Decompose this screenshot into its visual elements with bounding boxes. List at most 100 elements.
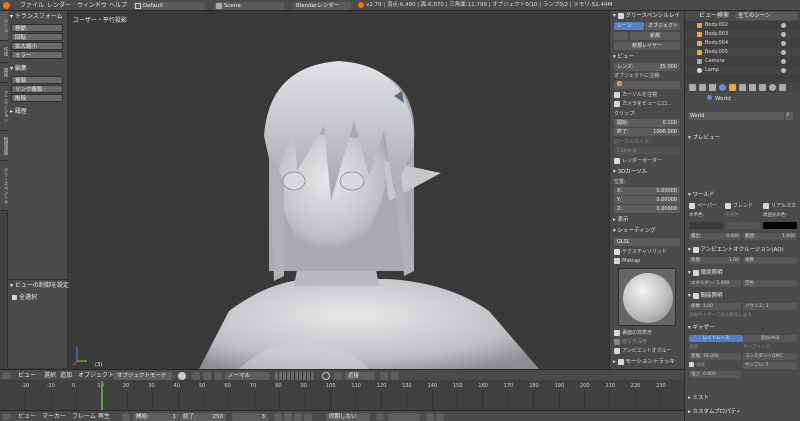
env-energy-field[interactable]: エネルギー: 1.000 <box>689 280 741 287</box>
render-border-checkbox[interactable] <box>614 157 620 164</box>
indirect-lighting-checkbox[interactable] <box>692 292 699 299</box>
world-tab-icon[interactable] <box>719 84 726 91</box>
blender-logo-icon[interactable] <box>3 2 10 9</box>
outliner-filter-select[interactable]: 全てのシーン <box>735 12 797 20</box>
indirect-lighting-header[interactable]: ▾ 間接照明 <box>688 292 723 300</box>
lock-object-field[interactable] <box>614 81 680 89</box>
ao-enable-checkbox[interactable] <box>692 246 699 253</box>
motion-tracking-checkbox[interactable] <box>617 358 624 365</box>
custom-props-header[interactable]: ▸ カスタムプロパティ <box>688 408 741 416</box>
mirror-button[interactable]: ミラー <box>11 51 63 59</box>
world-name-field[interactable]: World <box>688 112 784 120</box>
ao-header[interactable]: ▾ アンビエントオクルージョン(AO) <box>688 246 784 254</box>
grease-checkbox[interactable] <box>617 12 624 19</box>
menu-file[interactable]: ファイル <box>20 1 44 10</box>
current-frame-cursor[interactable] <box>101 381 103 411</box>
play-icon[interactable] <box>294 413 302 421</box>
visibility-icon[interactable] <box>781 50 786 55</box>
preview-range-icon[interactable] <box>122 413 130 421</box>
tab-physics[interactable]: 物理演算 <box>0 131 8 161</box>
operator-option-all[interactable]: 全選択 <box>12 294 37 302</box>
timeline-view-menu[interactable]: ビュー <box>18 412 36 421</box>
timeline-marker-menu[interactable]: マーカー <box>42 412 66 421</box>
exposure-field[interactable]: 露出: 0.000 <box>689 233 741 240</box>
tab-create[interactable]: 作成 <box>0 41 8 63</box>
ao-option[interactable]: アンビエントオクルー <box>614 347 672 355</box>
lock-cursor-checkbox[interactable] <box>614 91 620 98</box>
clip-start-field[interactable]: 開始: 0.100 <box>614 119 680 127</box>
menu-window[interactable]: ウィンドウ <box>77 1 107 10</box>
motion-tracking-header[interactable]: ▸ モーショントラッキ <box>613 358 675 366</box>
cursor-panel-header[interactable]: ▾ 3Dカーソル <box>613 168 647 176</box>
add-menu[interactable]: 追加 <box>60 371 72 380</box>
preview-header[interactable]: ▾ プレビュー <box>688 134 720 142</box>
samples-field[interactable]: サンプル: 5 <box>743 362 797 369</box>
env-lighting-header[interactable]: ▾ 環境照明 <box>688 269 723 277</box>
duplicate-button[interactable]: 複製 <box>11 76 63 84</box>
indirect-bounces-field[interactable]: バウンス: 1 <box>743 303 797 310</box>
dof-option[interactable]: 被写界深度 <box>614 338 647 346</box>
display-panel-header[interactable]: ▸ 表示 <box>613 216 629 224</box>
outliner-view-menu[interactable]: ビュー <box>699 11 717 20</box>
view-panel-header[interactable]: ▾ ビュー <box>613 53 634 61</box>
world-header[interactable]: ▾ ワールド <box>688 191 715 199</box>
shading-mode-select[interactable]: GLSL <box>614 238 680 246</box>
blend-sky-checkbox[interactable] <box>725 202 731 209</box>
ambient-color-swatch[interactable] <box>763 222 797 229</box>
grease-new-button[interactable]: 新規 <box>630 32 680 40</box>
manipulator-icon[interactable] <box>203 372 211 380</box>
timeline-editor-icon[interactable] <box>3 413 11 420</box>
timeline-playback-menu[interactable]: 再生 <box>98 412 110 421</box>
visibility-icon[interactable] <box>781 68 786 73</box>
modifiers-tab-icon[interactable] <box>749 84 756 91</box>
falloff-option[interactable]: 減衰 <box>689 362 705 370</box>
visibility-icon[interactable] <box>781 41 786 46</box>
strength-field[interactable]: 強さ: 0.000 <box>689 371 741 378</box>
grease-scene-button[interactable]: シーン <box>614 22 644 30</box>
rotate-button[interactable]: 回転 <box>11 33 63 41</box>
mist-header[interactable]: ▸ ミスト <box>688 394 709 402</box>
edit-panel-header[interactable]: ▾ 編集 <box>10 65 27 73</box>
horizon-color-swatch[interactable] <box>689 222 723 229</box>
paper-sky-option[interactable]: ペーパー <box>689 202 717 210</box>
indirect-factor-field[interactable]: 係数: 1.00 <box>689 303 741 310</box>
real-sky-option[interactable]: リアルスカ <box>763 202 796 210</box>
keying-set-field[interactable] <box>388 413 420 421</box>
jump-end-icon[interactable] <box>304 413 312 421</box>
render-border-option[interactable]: レンダーボーダー <box>614 157 662 165</box>
timeline-frame-menu[interactable]: フレーム <box>72 412 96 421</box>
play-reverse-icon[interactable] <box>284 413 292 421</box>
shading-panel-header[interactable]: ▾ シェーディング <box>613 227 656 235</box>
clip-end-field[interactable]: 終了: 1000.000 <box>614 128 680 136</box>
current-frame-field[interactable]: 3 <box>232 413 268 421</box>
menu-help[interactable]: ヘルプ <box>109 1 127 10</box>
opengl-render-icon[interactable] <box>391 372 399 380</box>
object-menu[interactable]: オブジェクト <box>78 371 114 380</box>
matcap-preview[interactable] <box>618 268 676 326</box>
3d-viewport[interactable]: ユーザー・平行投影 (3) <box>69 11 609 369</box>
scale-button[interactable]: 拡大縮小 <box>11 42 63 50</box>
ao-blend-select[interactable]: 乗算 <box>743 257 797 264</box>
render-engine-selector[interactable]: Blenderレンダー <box>293 2 351 10</box>
ao-checkbox[interactable] <box>614 347 620 354</box>
real-sky-checkbox[interactable] <box>763 202 769 209</box>
scene-selector[interactable]: Scene <box>214 2 284 10</box>
transform-orientation-select[interactable]: ノーマル <box>225 372 269 380</box>
operator-panel-header[interactable]: ▾ ビューの制御を設定 <box>10 282 69 290</box>
tab-relations[interactable]: 関係 <box>0 63 8 83</box>
world-users-button[interactable]: F <box>785 112 793 120</box>
lock-camera-option[interactable]: カメラをビューにロ... <box>614 100 672 108</box>
gather-header[interactable]: ▾ ギャザー <box>688 324 715 332</box>
range-field[interactable]: 範囲: 1.000 <box>743 233 797 240</box>
menu-render[interactable]: レンダー <box>47 1 71 10</box>
sync-mode-select[interactable]: 同期しない <box>326 413 370 421</box>
cursor-x-field[interactable]: X: 0.00000 <box>614 187 680 195</box>
sampling-method-select[interactable]: コンスタントQMC <box>743 353 797 360</box>
history-panel-header[interactable]: ▸ 履歴 <box>10 108 27 116</box>
matcap-checkbox[interactable] <box>614 257 620 264</box>
layers-tab-icon[interactable] <box>699 84 706 91</box>
distance-field[interactable]: 距離: 10.000 <box>689 353 741 360</box>
outliner-search-menu[interactable]: 検索 <box>717 11 729 20</box>
pivot-icon[interactable] <box>192 372 200 380</box>
textured-solid-checkbox[interactable] <box>614 248 620 255</box>
